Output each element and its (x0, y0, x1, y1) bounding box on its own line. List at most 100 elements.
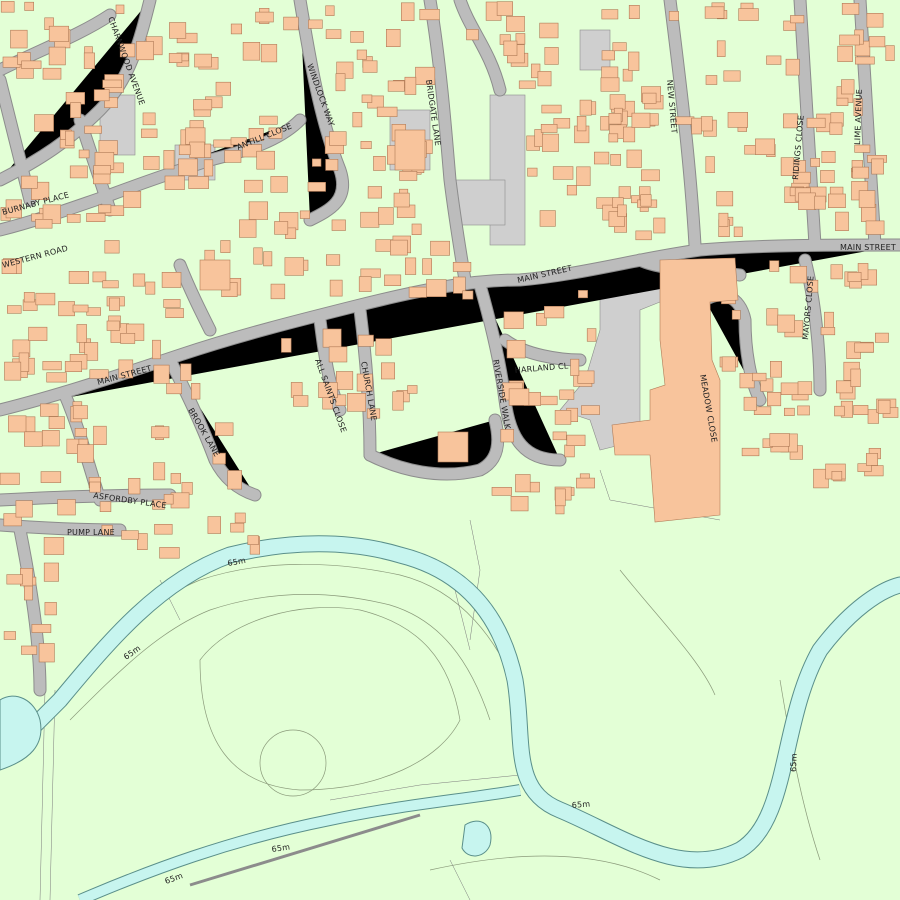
building (789, 265, 807, 284)
building (466, 29, 479, 41)
building (593, 151, 610, 165)
map-canvas[interactable]: 65m 65m 65m 65m 65m 65m CHARNWOOD AVENUE… (0, 0, 900, 900)
building (352, 112, 363, 128)
building (641, 169, 660, 182)
building (154, 523, 173, 535)
street-label-main-street-east: MAIN STREET (840, 243, 896, 252)
building (213, 139, 234, 148)
building (357, 334, 374, 347)
building (42, 67, 62, 80)
building (554, 410, 572, 425)
building (610, 154, 621, 166)
building (766, 308, 779, 326)
building (141, 128, 158, 138)
building (419, 9, 440, 21)
building (256, 150, 275, 170)
building (865, 453, 878, 466)
building (853, 405, 869, 415)
building (358, 276, 372, 292)
building (10, 29, 28, 49)
building (400, 2, 415, 21)
building (325, 159, 339, 171)
building (836, 97, 849, 106)
building (194, 53, 212, 68)
building (554, 488, 566, 507)
building (191, 382, 201, 400)
building (375, 239, 393, 252)
building (66, 214, 81, 223)
building (850, 368, 861, 388)
building (311, 158, 322, 167)
building (576, 116, 587, 132)
building (38, 643, 55, 663)
building (356, 49, 367, 60)
building (153, 364, 170, 384)
building (0, 472, 20, 485)
building (586, 328, 597, 342)
building (506, 339, 526, 359)
building (622, 68, 633, 82)
building (230, 23, 242, 35)
building (72, 405, 88, 420)
building (69, 165, 88, 179)
building (705, 156, 715, 174)
building (152, 339, 161, 360)
building (4, 361, 22, 381)
building (204, 249, 215, 262)
building (220, 240, 231, 253)
building (44, 602, 57, 616)
building (86, 307, 101, 316)
building (404, 257, 417, 275)
building (270, 283, 286, 300)
building (123, 191, 142, 208)
building (841, 2, 860, 15)
building (785, 58, 800, 76)
contour-label-6: 65m (789, 753, 799, 772)
building (77, 444, 94, 463)
building (727, 112, 749, 128)
building (718, 212, 729, 227)
building (58, 301, 75, 317)
building (168, 53, 183, 64)
building (640, 194, 652, 207)
building (866, 13, 884, 28)
building (564, 444, 575, 458)
building (721, 356, 736, 372)
building (142, 112, 156, 126)
building (380, 362, 395, 380)
building (858, 190, 876, 208)
building (74, 427, 87, 437)
building (283, 16, 299, 31)
building (738, 8, 759, 21)
building (178, 144, 191, 155)
building (392, 391, 404, 411)
building (121, 530, 139, 540)
building (835, 211, 849, 232)
building (601, 9, 619, 20)
building (777, 314, 795, 333)
building (539, 395, 558, 406)
building (84, 125, 102, 134)
building (143, 156, 160, 170)
building (552, 166, 574, 180)
building (41, 430, 60, 447)
building (608, 133, 619, 143)
building (270, 176, 288, 193)
building (566, 434, 586, 447)
building (227, 470, 242, 490)
building (376, 106, 398, 117)
building (48, 416, 65, 430)
building (806, 117, 826, 128)
building (628, 51, 640, 71)
building (65, 130, 75, 146)
building (769, 433, 790, 447)
building (21, 60, 42, 69)
building (790, 15, 805, 24)
building (766, 55, 782, 65)
building (841, 79, 855, 95)
building (104, 240, 120, 254)
building (780, 382, 801, 395)
building (835, 380, 853, 394)
building (407, 385, 418, 394)
building (810, 158, 821, 167)
